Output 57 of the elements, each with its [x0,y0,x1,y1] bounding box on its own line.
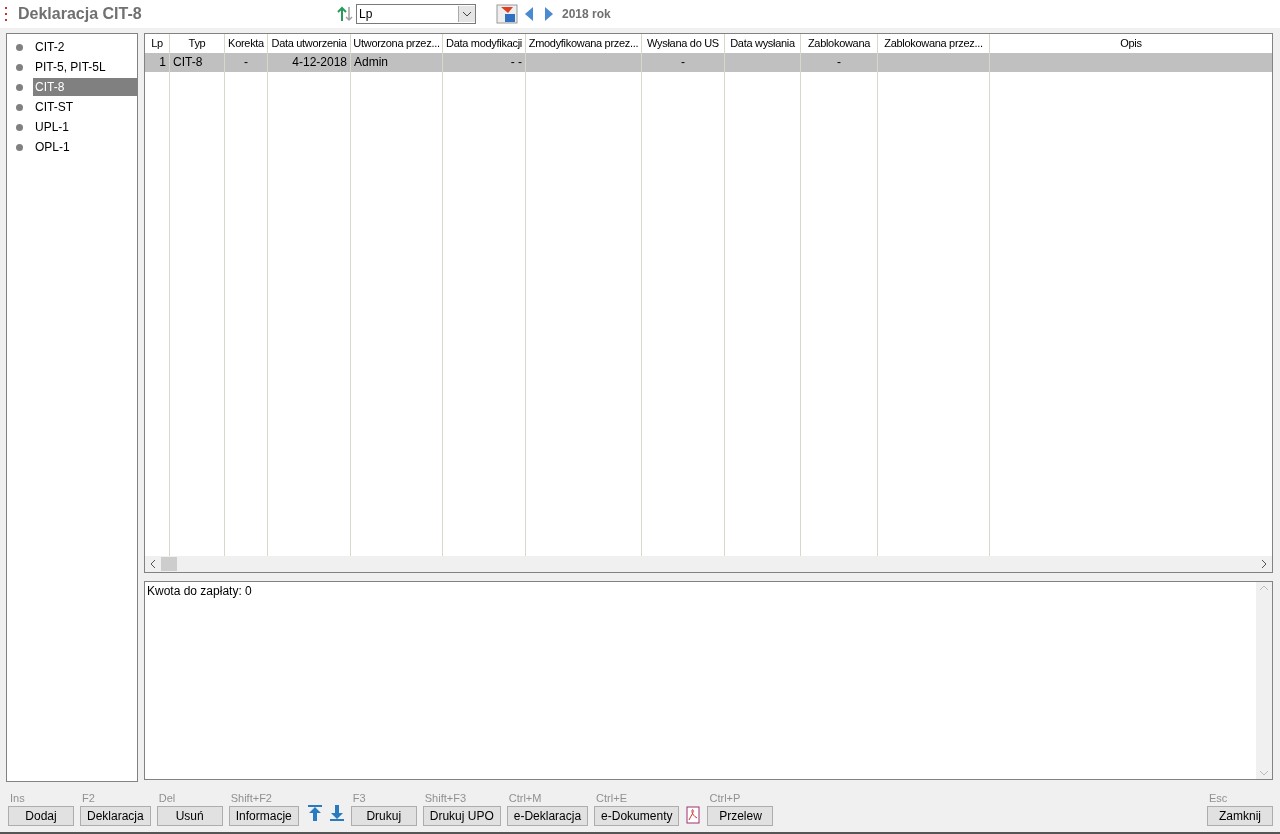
bullet-icon [16,43,23,51]
close-button[interactable]: Zamknij [1207,806,1273,826]
arrow-up-icon[interactable] [306,804,323,822]
shortcut-label: Ctrl+E [595,792,628,806]
shortcut-label: Ins [9,792,26,806]
bullet-icon [16,143,23,151]
shortcut-label: Shift+F3 [423,792,467,806]
next-arrow-icon[interactable] [544,6,554,22]
bullet-icon [16,103,23,111]
action-button[interactable]: e-Deklaracja [506,806,589,826]
shortcut-label: Ctrl+P [708,792,742,806]
sidebar-item[interactable]: PIT-5, PIT-5L [33,58,137,76]
table-cell: 4-12-2018 [268,53,350,72]
scrollbar-thumb[interactable] [161,557,177,571]
shortcut-label: Ctrl+M [507,792,543,806]
sidebar-item[interactable]: OPL-1 [33,138,137,156]
sidebar-item[interactable]: CIT-8 [33,78,137,96]
bullet-icon [16,63,23,71]
action-button[interactable]: Dodaj [8,806,74,826]
shortcut-label: Esc [1208,792,1229,806]
document-icon[interactable] [685,806,702,824]
action-button[interactable]: e-Dokumenty [594,806,680,826]
bullet-icon [16,83,23,91]
sidebar-item[interactable]: UPL-1 [33,118,137,136]
bullet-icon [16,123,23,131]
action-button[interactable]: Drukuj [350,806,417,826]
table-cell: CIT-8 [170,53,224,72]
sort-order-icon[interactable] [336,5,354,23]
action-button[interactable]: Przelew [707,806,774,826]
calendar-filter-icon[interactable] [496,4,518,24]
shortcut-label: F3 [351,792,367,806]
table-cell: - [225,53,267,72]
caret-down-icon[interactable] [462,11,472,17]
horizontal-scrollbar[interactable] [145,556,1272,572]
grip-icon [4,6,8,22]
table-cell: - [801,53,877,72]
action-button[interactable]: Informacje [228,806,299,826]
shortcut-label: Shift+F2 [229,792,273,806]
amount-due-text: Kwota do zapłaty: 0 [147,584,252,598]
table-cell: - - [443,53,525,72]
sort-field-dropdown[interactable]: Lp [356,4,476,24]
period-label: 2018 rok [562,7,611,21]
scroll-left-icon[interactable] [149,559,157,569]
scroll-right-icon[interactable] [1260,559,1268,569]
table-cell: 1 [145,53,169,72]
table-cell: - [642,53,724,72]
arrow-down-icon[interactable] [328,804,345,822]
previous-arrow-icon[interactable] [524,6,534,22]
action-button[interactable]: Drukuj UPO [422,806,501,826]
shortcut-label: F2 [81,792,96,806]
window-title: Deklaracja CIT-8 [18,5,143,23]
sidebar-item[interactable]: CIT-2 [33,38,137,56]
action-button[interactable]: Deklaracja [80,806,151,826]
table-cell: Admin [351,53,442,72]
shortcut-label: Del [157,792,177,806]
action-button[interactable]: Usuń [156,806,223,826]
sidebar-item[interactable]: CIT-ST [33,98,137,116]
